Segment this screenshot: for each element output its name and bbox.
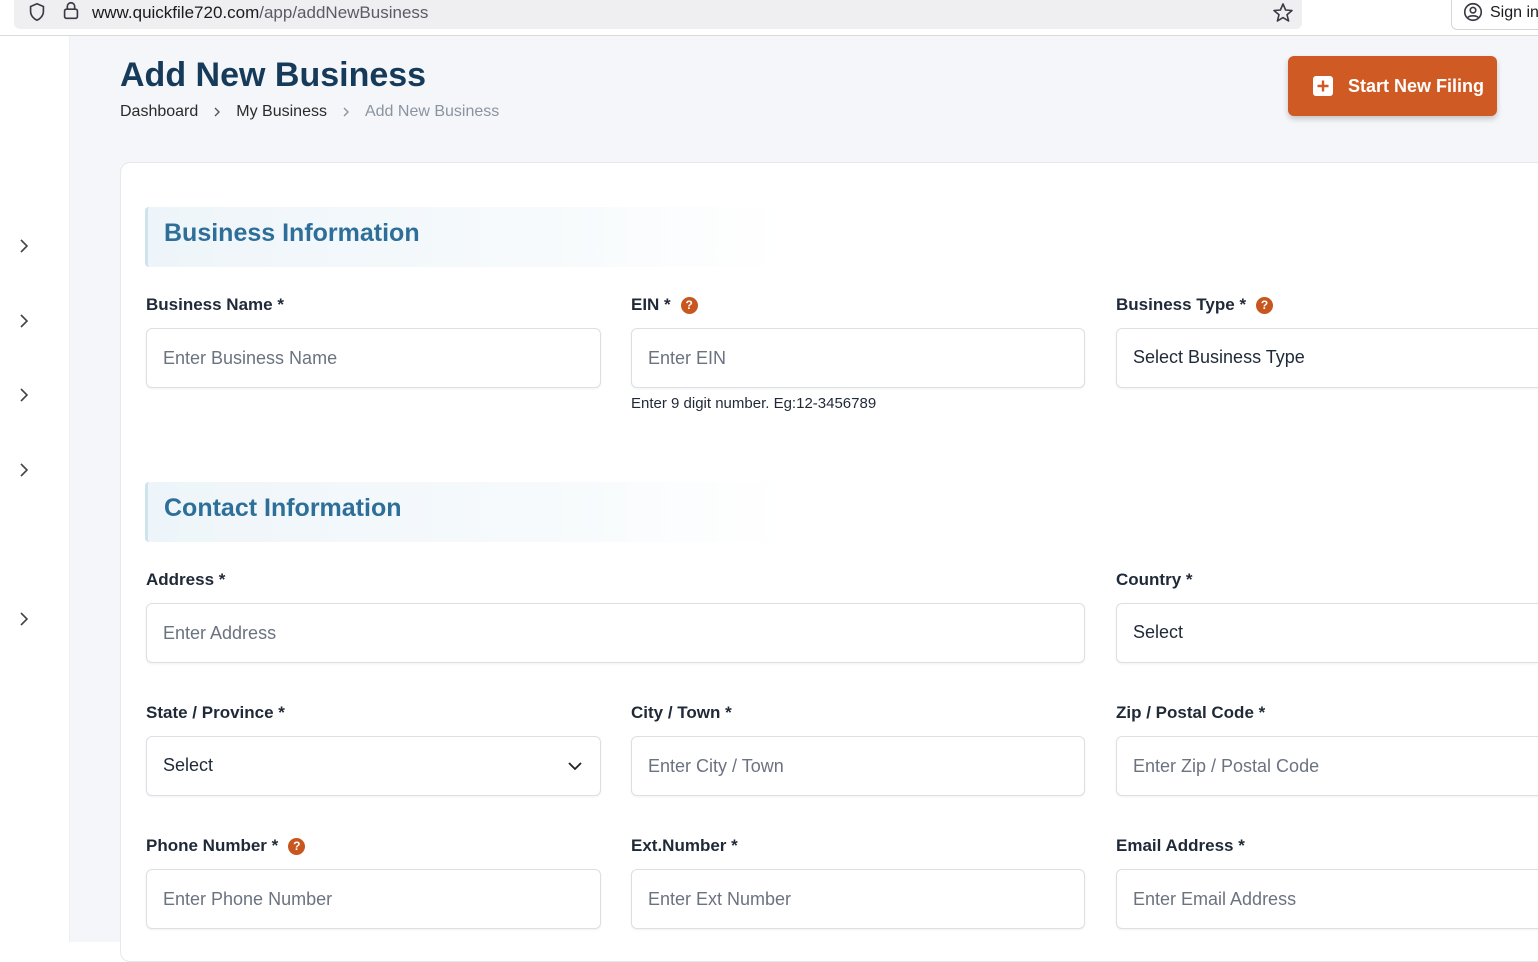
page-title: Add New Business xyxy=(120,56,427,94)
help-icon[interactable]: ? xyxy=(680,296,698,314)
email-label: Email Address * xyxy=(1116,836,1245,855)
url-text[interactable]: www.quickfile720.com/app/addNewBusiness xyxy=(92,3,428,23)
business-information-header: Business Information xyxy=(145,207,785,267)
start-new-filing-button[interactable]: Start New Filing xyxy=(1288,56,1497,116)
lock-icon[interactable] xyxy=(60,0,82,22)
chevron-right-icon[interactable] xyxy=(14,311,34,331)
browser-toolbar: www.quickfile720.com/app/addNewBusiness … xyxy=(0,0,1538,36)
state-label: State / Province * xyxy=(146,703,285,722)
breadcrumb-my-business[interactable]: My Business xyxy=(236,103,327,121)
ein-hint: Enter 9 digit number. Eg:12-3456789 xyxy=(631,395,877,412)
help-icon[interactable]: ? xyxy=(288,837,306,855)
section-title: Contact Information xyxy=(164,494,402,522)
start-new-filing-label: Start New Filing xyxy=(1348,75,1485,96)
country-label: Country * xyxy=(1116,570,1193,589)
business-type-value: Select Business Type xyxy=(1133,347,1305,367)
ext-field[interactable] xyxy=(631,869,1085,929)
chevron-right-icon[interactable] xyxy=(14,460,34,480)
state-select[interactable]: Select xyxy=(146,736,601,796)
account-icon xyxy=(1463,2,1483,22)
phone-field[interactable] xyxy=(146,869,601,929)
ein-field[interactable] xyxy=(631,328,1085,388)
breadcrumb: Dashboard My Business Add New Business xyxy=(120,103,499,121)
zip-field[interactable] xyxy=(1116,736,1538,796)
state-value: Select xyxy=(163,755,214,775)
email-field[interactable] xyxy=(1116,869,1538,929)
business-name-label: Business Name * xyxy=(146,295,284,314)
ext-input[interactable] xyxy=(632,870,1084,928)
country-value: Select xyxy=(1133,622,1184,642)
ein-label: EIN *? xyxy=(631,295,698,315)
business-type-select[interactable]: Select Business Type xyxy=(1116,328,1538,388)
chevron-right-icon[interactable] xyxy=(14,385,34,405)
chevron-right-icon[interactable] xyxy=(14,236,34,256)
ein-input[interactable] xyxy=(632,329,1084,387)
plus-square-icon xyxy=(1313,76,1333,96)
sign-in-label: Sign in xyxy=(1490,4,1538,21)
shield-icon[interactable] xyxy=(26,1,48,23)
chevron-down-icon xyxy=(568,762,582,771)
zip-label: Zip / Postal Code * xyxy=(1116,703,1266,722)
breadcrumb-dashboard[interactable]: Dashboard xyxy=(120,103,198,121)
city-field[interactable] xyxy=(631,736,1085,796)
country-select[interactable]: Select xyxy=(1116,603,1538,663)
breadcrumb-current: Add New Business xyxy=(364,103,500,120)
city-label: City / Town * xyxy=(631,703,732,722)
chevron-right-icon[interactable] xyxy=(14,609,34,629)
help-icon[interactable]: ? xyxy=(1256,296,1274,314)
chevron-right-icon xyxy=(214,107,221,117)
section-title: Business Information xyxy=(164,219,420,247)
sidebar-rail xyxy=(0,36,70,942)
business-form-card xyxy=(120,162,1538,962)
phone-input[interactable] xyxy=(147,870,600,928)
contact-information-header: Contact Information xyxy=(145,482,785,542)
phone-label: Phone Number *? xyxy=(146,836,306,856)
address-field[interactable] xyxy=(146,603,1085,663)
bookmark-star-icon[interactable] xyxy=(1271,1,1295,25)
ext-label: Ext.Number * xyxy=(631,836,738,855)
business-name-input[interactable] xyxy=(147,329,600,387)
address-input[interactable] xyxy=(147,604,1084,662)
business-name-field[interactable] xyxy=(146,328,601,388)
business-type-label: Business Type *? xyxy=(1116,295,1274,315)
zip-input[interactable] xyxy=(1117,737,1538,795)
sign-in-button[interactable]: Sign in xyxy=(1451,0,1538,30)
city-input[interactable] xyxy=(632,737,1084,795)
chevron-right-icon xyxy=(343,107,349,117)
email-input[interactable] xyxy=(1117,870,1538,928)
address-label: Address * xyxy=(146,570,226,589)
